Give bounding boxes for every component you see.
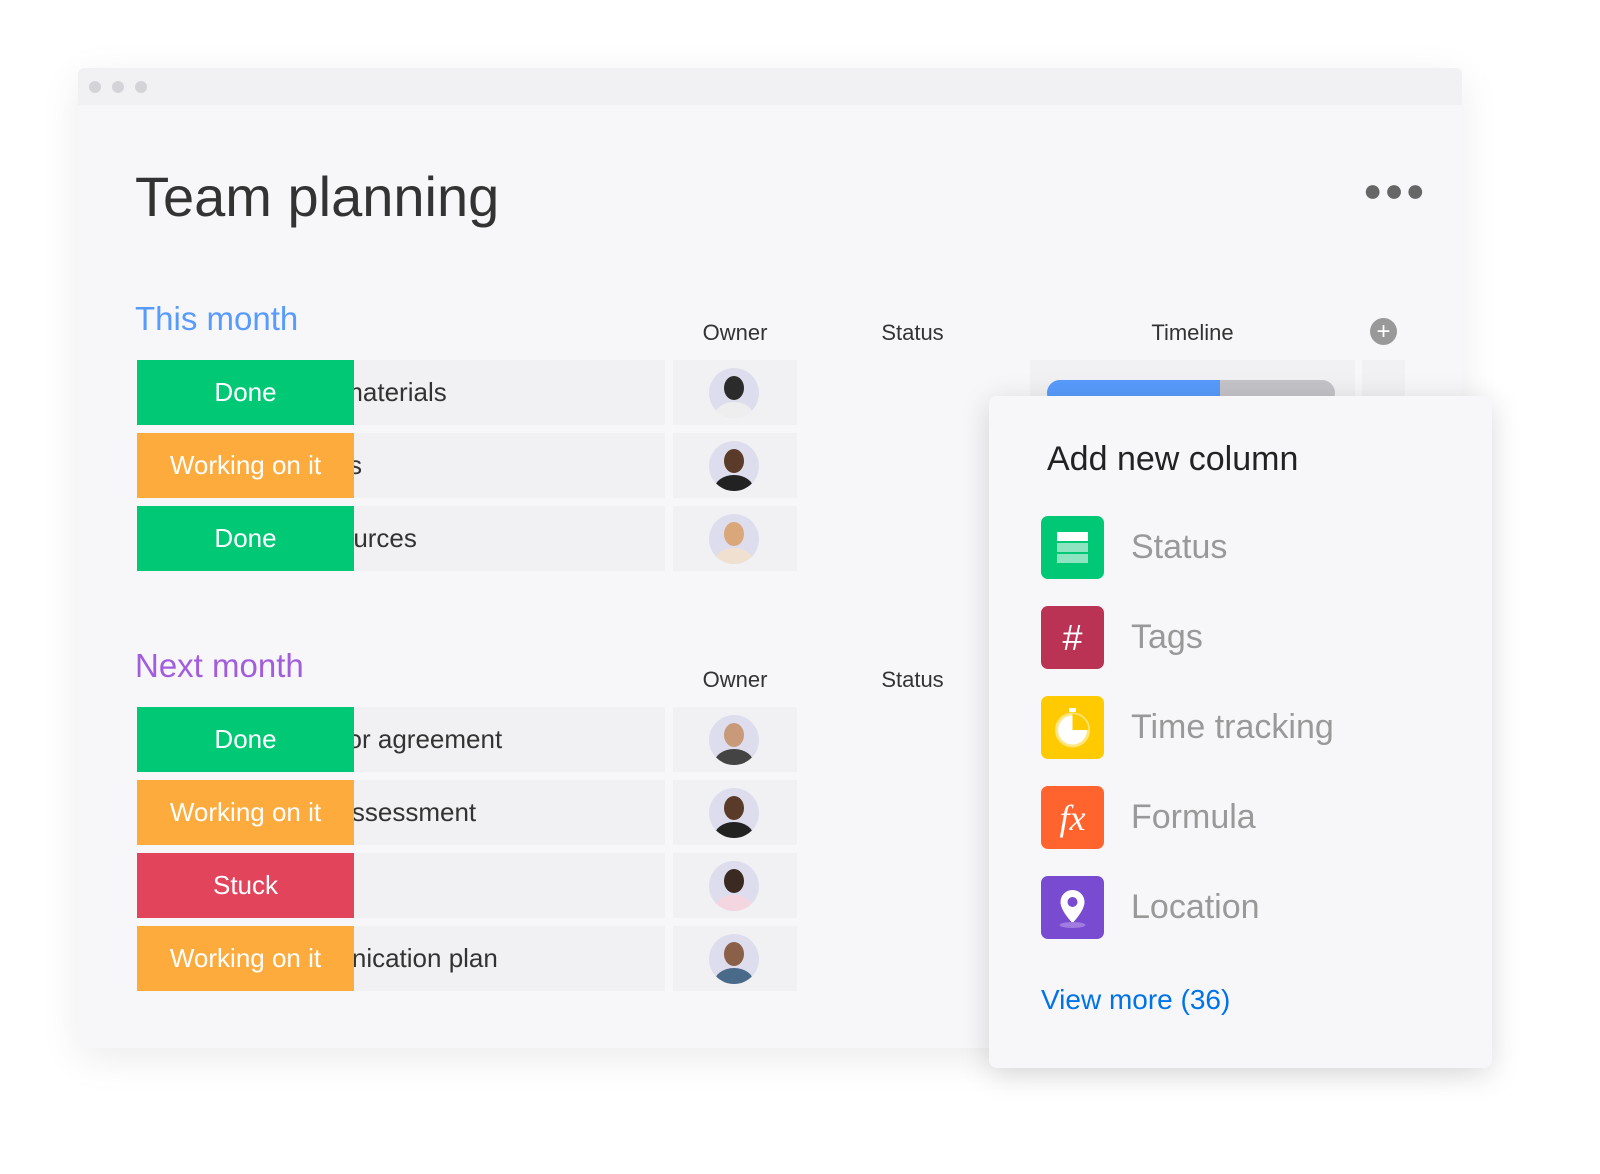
group-title[interactable]: Next month (135, 647, 304, 685)
window-dot (89, 81, 101, 93)
group-title[interactable]: This month (135, 300, 298, 338)
window-dot (112, 81, 124, 93)
owner-cell[interactable] (673, 360, 797, 425)
page-title: Team planning (135, 165, 500, 228)
view-more-link[interactable]: View more (36) (1041, 984, 1230, 1016)
avatar (709, 441, 759, 491)
status-cell[interactable]: Done (137, 707, 354, 772)
owner-cell[interactable] (673, 707, 797, 772)
status-cell[interactable]: Working on it (137, 780, 354, 845)
status-cell[interactable]: Working on it (137, 433, 354, 498)
avatar (709, 368, 759, 418)
owner-cell[interactable] (673, 433, 797, 498)
owner-cell[interactable] (673, 853, 797, 918)
status-cell[interactable]: Done (137, 360, 354, 425)
column-header-owner[interactable]: Owner (673, 667, 797, 693)
formula-icon: fx (1041, 786, 1104, 849)
status-cell[interactable]: Working on it (137, 926, 354, 991)
option-label: Time tracking (1131, 708, 1334, 746)
popup-title: Add new column (1047, 440, 1299, 478)
avatar (709, 934, 759, 984)
status-cell[interactable]: Stuck (137, 853, 354, 918)
ellipsis-icon[interactable]: ●●● (1363, 172, 1427, 209)
status-cell[interactable]: Done (137, 506, 354, 571)
option-label: Status (1131, 528, 1228, 566)
owner-cell[interactable] (673, 926, 797, 991)
plus-circle-icon[interactable]: + (1370, 318, 1397, 345)
window-titlebar (78, 68, 1462, 105)
location-pin-icon (1041, 876, 1104, 939)
avatar (709, 861, 759, 911)
add-column-popup: Add new column Status # Tags Time tracking f… (989, 396, 1492, 1068)
avatar (709, 715, 759, 765)
window-dot (135, 81, 147, 93)
column-header-owner[interactable]: Owner (673, 320, 797, 346)
status-column-icon (1041, 516, 1104, 579)
column-header-timeline[interactable]: Timeline (1030, 320, 1355, 346)
stopwatch-icon (1041, 696, 1104, 759)
option-label: Formula (1131, 798, 1256, 836)
option-label: Location (1131, 888, 1260, 926)
column-header-status[interactable]: Status (804, 320, 1021, 346)
owner-cell[interactable] (673, 506, 797, 571)
owner-cell[interactable] (673, 780, 797, 845)
avatar (709, 788, 759, 838)
option-label: Tags (1131, 618, 1203, 656)
avatar (709, 514, 759, 564)
hashtag-icon: # (1041, 606, 1104, 669)
